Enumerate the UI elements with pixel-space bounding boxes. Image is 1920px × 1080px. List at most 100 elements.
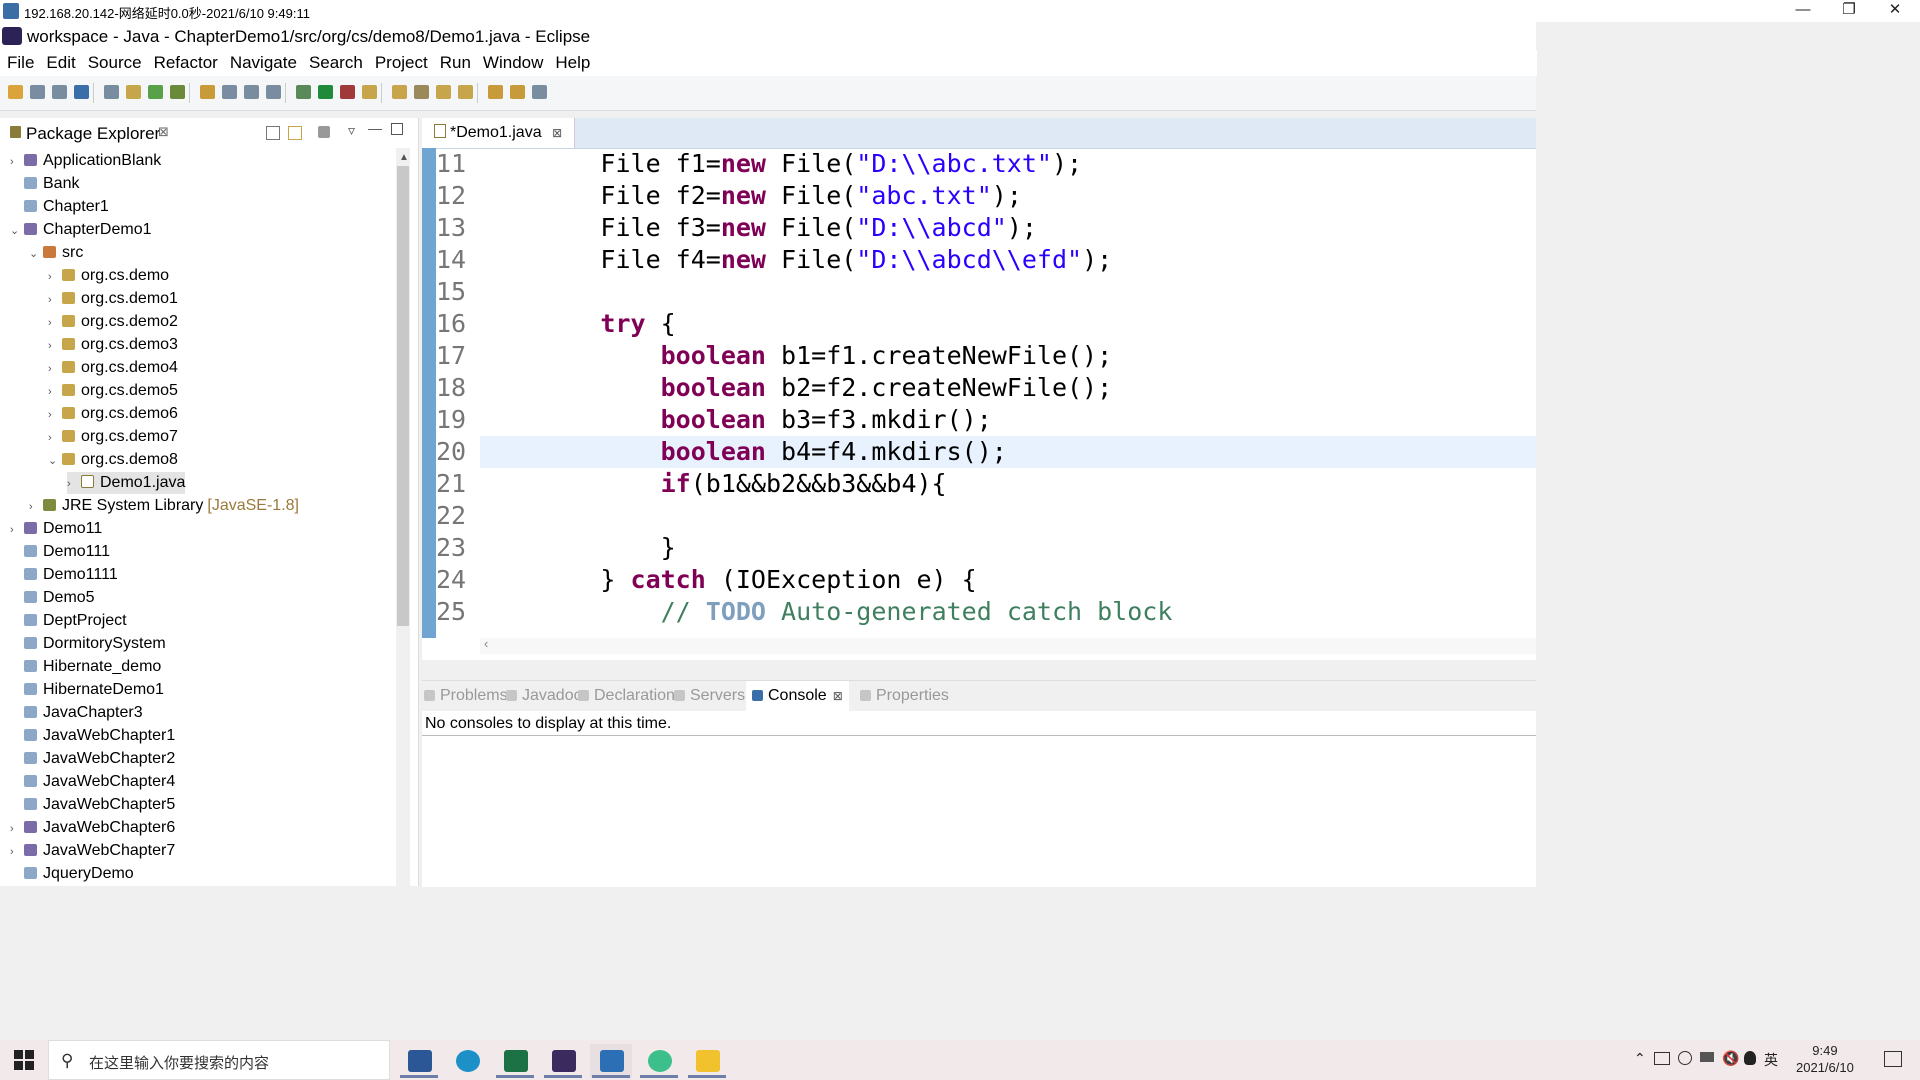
forward-icon[interactable] xyxy=(458,85,473,99)
tree-item-org-cs-demo3[interactable]: › org.cs.demo3 xyxy=(48,334,178,356)
code-line[interactable]: File f3=new File("D:\\abcd"); xyxy=(480,212,1037,244)
menu-navigate[interactable]: Navigate xyxy=(224,50,303,76)
collapsed-arrow-icon[interactable]: › xyxy=(29,496,43,518)
notification-icon[interactable] xyxy=(1884,1051,1902,1067)
save-all-icon[interactable] xyxy=(52,85,67,99)
scroll-up-icon[interactable]: ▲ xyxy=(399,152,409,163)
collapsed-arrow-icon[interactable]: › xyxy=(48,404,62,426)
clock[interactable]: 9:49 2021/6/10 xyxy=(1796,1042,1854,1076)
close-view-icon[interactable]: ⊠ xyxy=(833,689,843,703)
code-line[interactable]: File f4=new File("D:\\abcd\\efd"); xyxy=(480,244,1112,276)
remote-desktop-app-icon[interactable] xyxy=(590,1044,632,1078)
tree-item-hibernate-demo[interactable]: Hibernate_demo xyxy=(10,656,161,678)
code-line[interactable]: } catch (IOException e) { xyxy=(480,564,976,596)
ime-indicator[interactable]: 英 xyxy=(1764,1050,1778,1070)
back-icon[interactable] xyxy=(436,85,451,99)
tree-item-src[interactable]: ⌄ src xyxy=(29,242,83,264)
tree-item-org-cs-demo6[interactable]: › org.cs.demo6 xyxy=(48,403,178,425)
tab-problems[interactable]: Problems xyxy=(424,681,508,711)
tab-demo1-java[interactable]: *Demo1.java ⊠ xyxy=(422,118,576,148)
tree-item-javawebchapter5[interactable]: JavaWebChapter5 xyxy=(10,794,175,816)
new-package-icon[interactable] xyxy=(148,85,163,99)
last-edit-icon[interactable] xyxy=(414,85,429,99)
collapsed-arrow-icon[interactable]: › xyxy=(48,358,62,380)
package-explorer-title[interactable]: Package Explorer xyxy=(26,124,160,144)
code-line[interactable]: File f2=new File("abc.txt"); xyxy=(480,180,1021,212)
new-class-icon[interactable] xyxy=(170,85,185,99)
tab-console[interactable]: Console ⊠ xyxy=(746,681,849,711)
tree-item-org-cs-demo4[interactable]: › org.cs.demo4 xyxy=(48,357,178,379)
link-with-editor-icon[interactable] xyxy=(288,126,302,140)
collapsed-arrow-icon[interactable]: › xyxy=(48,289,62,311)
security-icon[interactable] xyxy=(1678,1051,1692,1065)
editor-horizontal-scrollbar[interactable]: ‹ xyxy=(480,636,1536,654)
maximize-view-icon[interactable] xyxy=(391,123,403,135)
tree-item-hibernatedemo1[interactable]: HibernateDemo1 xyxy=(10,679,164,701)
code-line[interactable]: if(b1&&b2&&b3&&b4){ xyxy=(480,468,947,500)
tab-declaration[interactable]: Declaration xyxy=(578,681,675,711)
word-app-icon[interactable] xyxy=(398,1044,440,1078)
code-line[interactable]: boolean b2=f2.createNewFile(); xyxy=(480,372,1113,404)
excel-app-icon[interactable] xyxy=(494,1044,536,1078)
expanded-arrow-icon[interactable]: ⌄ xyxy=(29,243,43,265)
network-icon[interactable] xyxy=(1654,1052,1670,1065)
menu-project[interactable]: Project xyxy=(369,50,434,76)
collapsed-arrow-icon[interactable]: › xyxy=(67,473,81,495)
code-line[interactable]: try { xyxy=(480,308,675,340)
run-icon[interactable] xyxy=(266,85,281,99)
tree-item-bank[interactable]: Bank xyxy=(10,173,79,195)
collapsed-arrow-icon[interactable]: › xyxy=(10,151,24,173)
new-icon[interactable] xyxy=(8,85,23,99)
tree-item-demo11[interactable]: › Demo11 xyxy=(10,518,102,540)
print-icon[interactable] xyxy=(74,85,89,99)
tree-item-demo5[interactable]: Demo5 xyxy=(10,587,95,609)
tree-item-org-cs-demo2[interactable]: › org.cs.demo2 xyxy=(48,311,178,333)
next-annotation-icon[interactable] xyxy=(362,85,377,99)
tree-item-javawebchapter7[interactable]: › JavaWebChapter7 xyxy=(10,840,175,862)
menu-search[interactable]: Search xyxy=(303,50,369,76)
code-line[interactable]: boolean b1=f1.createNewFile(); xyxy=(480,340,1113,372)
tree-item-chapterdemo1[interactable]: ⌄ ChapterDemo1 xyxy=(10,219,152,241)
minimize-button[interactable]: — xyxy=(1780,0,1826,22)
tree-item-org-cs-demo1[interactable]: › org.cs.demo1 xyxy=(48,288,178,310)
tree-item-org-cs-demo5[interactable]: › org.cs.demo5 xyxy=(48,380,178,402)
tree-item-applicationblank[interactable]: › ApplicationBlank xyxy=(10,150,161,172)
tree-item-javawebchapter6[interactable]: › JavaWebChapter6 xyxy=(10,817,175,839)
close-view-icon[interactable]: ⊠ xyxy=(158,124,169,140)
tree-item-javawebchapter2[interactable]: JavaWebChapter2 xyxy=(10,748,175,770)
collapsed-arrow-icon[interactable]: › xyxy=(10,841,24,863)
open-task-icon[interactable] xyxy=(222,85,237,99)
show-hidden-icons-icon[interactable]: ⌃ xyxy=(1634,1050,1646,1067)
external-tools-icon[interactable] xyxy=(296,85,311,99)
search-icon[interactable] xyxy=(340,85,355,99)
tree-item-deptproject[interactable]: DeptProject xyxy=(10,610,127,632)
taskbar-search-box[interactable]: ⚲ 在这里输入你要搜索的内容 xyxy=(48,1040,390,1080)
toggle-mark-icon[interactable] xyxy=(510,85,525,99)
battery-icon[interactable] xyxy=(1700,1052,1714,1062)
open-type-hierarchy-icon[interactable] xyxy=(318,85,333,99)
menu-help[interactable]: Help xyxy=(549,50,596,76)
tab-properties[interactable]: Properties xyxy=(860,681,949,711)
save-icon[interactable] xyxy=(30,85,45,99)
close-button[interactable]: ✕ xyxy=(1872,0,1918,22)
code-line[interactable]: boolean b4=f4.mkdirs(); xyxy=(480,436,1007,468)
view-menu-icon[interactable]: ▿ xyxy=(348,122,355,139)
restore-button[interactable]: ❐ xyxy=(1826,0,1872,22)
windows-start-icon[interactable] xyxy=(14,1050,34,1070)
collapsed-arrow-icon[interactable]: › xyxy=(48,312,62,334)
menu-refactor[interactable]: Refactor xyxy=(148,50,224,76)
tree-scrollbar-thumb[interactable] xyxy=(397,166,409,626)
collapsed-arrow-icon[interactable]: › xyxy=(48,427,62,449)
minimize-view-icon[interactable]: — xyxy=(368,120,382,136)
tree-item-demo1111[interactable]: Demo1111 xyxy=(10,564,118,586)
new-java-project-icon[interactable] xyxy=(126,85,141,99)
tree-item-jquerydemo[interactable]: JqueryDemo xyxy=(10,863,134,885)
qq-icon[interactable] xyxy=(1744,1051,1756,1065)
new-wizard-icon[interactable] xyxy=(532,85,547,99)
tree-item-org-cs-demo8[interactable]: ⌄ org.cs.demo8 xyxy=(48,449,178,471)
menu-edit[interactable]: Edit xyxy=(40,50,81,76)
menu-source[interactable]: Source xyxy=(82,50,148,76)
new-interface-icon[interactable] xyxy=(200,85,215,99)
collapsed-arrow-icon[interactable]: › xyxy=(10,519,24,541)
scroll-left-icon[interactable]: ‹ xyxy=(484,636,488,651)
